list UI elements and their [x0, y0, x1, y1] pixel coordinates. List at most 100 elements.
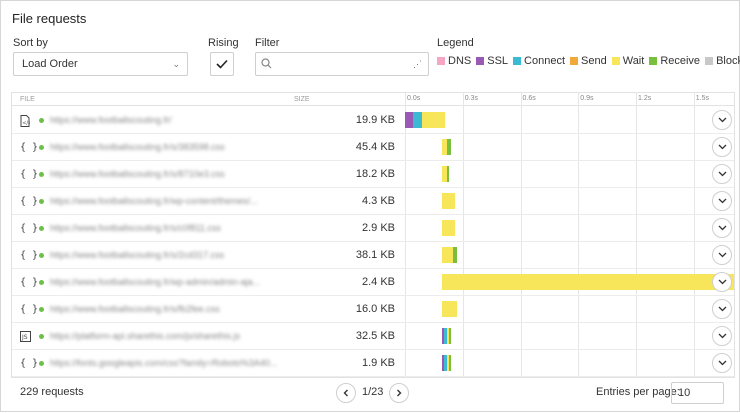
legend-item-label: Send — [581, 55, 607, 67]
checkmark-icon — [216, 59, 228, 69]
legend-swatch — [513, 57, 522, 65]
filter-label: Filter — [255, 37, 280, 49]
request-size: 2.4 KB — [361, 276, 395, 288]
timing-segment-wait — [441, 193, 456, 209]
entries-per-page-label: Entries per page: — [596, 386, 680, 398]
rising-label: Rising — [208, 37, 239, 49]
request-count: 229 requests — [20, 386, 84, 398]
request-url[interactable]: https://www.footballscouting.fr/ — [50, 115, 172, 125]
request-size: 16.0 KB — [355, 303, 395, 315]
image-icon: JS — [20, 331, 31, 345]
request-size: 45.4 KB — [355, 141, 395, 153]
entries-per-page-input[interactable]: 10 — [671, 382, 724, 404]
table-row[interactable]: { } https://www.footballscouting.fr/s/383… — [12, 134, 734, 161]
request-size: 38.1 KB — [355, 249, 395, 261]
request-url[interactable]: https://www.footballscouting.fr/wp-conte… — [50, 196, 258, 206]
sort-by-select[interactable]: Load Order ⌄ — [13, 52, 188, 76]
expand-row-button[interactable] — [712, 245, 732, 265]
table-row[interactable]: { } https://www.footballscouting.fr/wp-ad… — [12, 269, 734, 296]
expand-row-button[interactable] — [712, 326, 732, 346]
timing-segment-receive — [447, 139, 452, 155]
table-row[interactable]: { } https://www.footballscouting.fr/wp-co… — [12, 188, 734, 215]
previous-page-button[interactable] — [336, 383, 356, 403]
filter-input[interactable] — [276, 56, 416, 72]
expand-row-button[interactable] — [712, 191, 732, 211]
table-row[interactable]: { } https://www.footballscouting.fr/s/c0f… — [12, 215, 734, 242]
expand-row-button[interactable] — [712, 299, 732, 319]
timing-segment-wait — [441, 247, 454, 263]
code-icon: { } — [20, 196, 39, 207]
file-requests-panel: File requests Sort by Load Order ⌄ Risin… — [0, 0, 740, 412]
legend-item-blocked: Blocked — [705, 55, 740, 67]
chevron-down-icon — [718, 252, 726, 258]
chevron-right-icon — [397, 389, 402, 397]
expand-row-button[interactable] — [712, 137, 732, 157]
table-row[interactable]: { } https://www.footballscouting.fr/s/2cd… — [12, 242, 734, 269]
chevron-down-icon — [718, 306, 726, 312]
status-dot — [39, 145, 44, 150]
request-url[interactable]: https://www.footballscouting.fr/s/c0f811… — [50, 223, 221, 233]
rising-checkbox[interactable] — [210, 52, 234, 76]
expand-row-button[interactable] — [712, 272, 732, 292]
request-url[interactable]: https://platform-api.sharethis.com/js/sh… — [50, 331, 240, 341]
chevron-down-icon: ⌄ — [172, 59, 180, 69]
legend-item-connect: Connect — [513, 55, 565, 67]
expand-row-button[interactable] — [712, 218, 732, 238]
resize-handle-icon[interactable]: ⋰ — [413, 59, 422, 70]
svg-text:JS: JS — [21, 334, 28, 341]
table-row[interactable]: JS https://platform-api.sharethis.com/js/… — [12, 323, 734, 350]
status-dot — [39, 307, 44, 312]
legend-item-ssl: SSL — [476, 55, 508, 67]
status-dot — [39, 226, 44, 231]
chevron-down-icon — [718, 333, 726, 339]
column-header-file: FILE — [20, 96, 35, 103]
chevron-down-icon — [718, 144, 726, 150]
timing-segment-receive — [449, 355, 452, 371]
legend-item-label: Connect — [524, 55, 566, 67]
expand-row-button[interactable] — [712, 353, 732, 373]
request-url[interactable]: https://www.footballscouting.fr/s/2cd317… — [50, 250, 224, 260]
legend-item-send: Send — [570, 55, 607, 67]
expand-row-button[interactable] — [712, 110, 732, 130]
request-url[interactable]: https://www.footballscouting.fr/s/fb2fee… — [50, 304, 220, 314]
legend-swatch — [476, 57, 485, 65]
requests-table: FILE SIZE 0.0s 0.3s 0.6s 0.9s 1.2s 1.5s </> ht… — [11, 92, 735, 378]
request-url[interactable]: https://www.footballscouting.fr/wp-admin… — [50, 277, 260, 287]
legend-item-label: SSL — [487, 55, 509, 67]
chevron-down-icon — [718, 279, 726, 285]
timing-segment-wait — [422, 112, 446, 128]
legend-swatch — [705, 57, 714, 65]
page-indicator: 1/23 — [362, 386, 384, 398]
status-dot — [39, 361, 44, 366]
sort-by-label: Sort by — [13, 37, 48, 49]
table-footer: 229 requests 1/23 Entries per page: 10 — [1, 379, 740, 413]
timing-segment-receive — [447, 166, 450, 182]
request-url[interactable]: https://www.footballscouting.fr/s/8710e3… — [50, 169, 225, 179]
timing-segment-receive — [453, 247, 457, 263]
sort-by-value: Load Order — [22, 58, 78, 70]
next-page-button[interactable] — [389, 383, 409, 403]
timing-segment-ssl — [405, 112, 413, 128]
chevron-down-icon — [718, 171, 726, 177]
chevron-down-icon — [718, 198, 726, 204]
legend-swatch — [649, 57, 658, 65]
table-row[interactable]: </> https://www.footballscouting.fr/19.9 … — [12, 107, 734, 134]
request-url[interactable]: https://fonts.googleapis.com/css?family=… — [50, 358, 277, 368]
status-dot — [39, 118, 44, 123]
code-icon: { } — [20, 358, 39, 369]
request-size: 19.9 KB — [355, 114, 395, 126]
svg-text:</>: </> — [22, 121, 30, 127]
legend: DNS SSL Connect Send Wait Receive Blocked — [437, 55, 740, 67]
table-row[interactable]: { } https://www.footballscouting.fr/s/fb2… — [12, 296, 734, 323]
timeline-tick-label: 0.6s — [522, 95, 536, 102]
timeline-tick-label: 1.2s — [638, 95, 652, 102]
table-row[interactable]: { } https://fonts.googleapis.com/css?fami… — [12, 350, 734, 377]
request-size: 1.9 KB — [361, 357, 395, 369]
request-url[interactable]: https://www.footballscouting.fr/s/383598… — [50, 142, 225, 152]
status-dot — [39, 334, 44, 339]
filter-field[interactable]: ⋰ — [255, 52, 429, 76]
code-icon: { } — [20, 277, 39, 288]
legend-item-dns: DNS — [437, 55, 471, 67]
expand-row-button[interactable] — [712, 164, 732, 184]
table-row[interactable]: { } https://www.footballscouting.fr/s/871… — [12, 161, 734, 188]
